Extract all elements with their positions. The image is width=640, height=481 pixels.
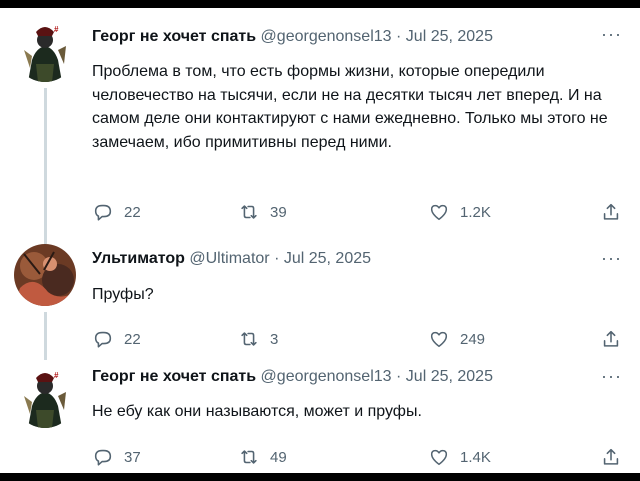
share-button[interactable]: [600, 328, 622, 350]
svg-text:#: #: [54, 371, 59, 380]
retweet-count: 49: [270, 448, 287, 466]
svg-text:#: #: [54, 25, 59, 34]
tweet-header: Георг не хочет спать @georgenonsel13 · J…: [92, 28, 493, 46]
heart-icon: [430, 204, 448, 221]
more-options-icon[interactable]: ···: [601, 248, 622, 269]
avatar-georg[interactable]: #: [14, 20, 76, 82]
tweet-text: Проблема в том, что есть формы жизни, ко…: [92, 63, 608, 151]
reply-icon: [94, 449, 112, 466]
heart-icon: [430, 331, 448, 348]
share-icon: [603, 330, 619, 347]
like-button[interactable]: 1.2K: [428, 201, 491, 223]
reply-icon: [94, 204, 112, 221]
share-icon: [603, 203, 619, 220]
avatar-ultimator[interactable]: [14, 244, 76, 306]
avatar-georg[interactable]: #: [14, 366, 76, 428]
reply-count: 22: [124, 330, 141, 348]
author-handle[interactable]: @georgenonsel13: [261, 28, 392, 45]
thread-view: # Георг не хочет спать @georgenonsel13 ·…: [0, 8, 640, 473]
tweet-text: Не ебу как они называются, может и пруфы…: [92, 403, 422, 420]
retweet-button[interactable]: 49: [238, 446, 287, 468]
like-button[interactable]: 249: [428, 328, 485, 350]
heart-icon: [430, 449, 448, 466]
tweet-date[interactable]: Jul 25, 2025: [284, 250, 371, 267]
share-button[interactable]: [600, 201, 622, 223]
like-count: 249: [460, 330, 486, 348]
author-name[interactable]: Ультиматор: [92, 250, 185, 267]
tweet-actions: 22 3 249: [92, 328, 632, 352]
share-button[interactable]: [600, 446, 622, 468]
tweet-header: Ультиматор @Ultimator · Jul 25, 2025: [92, 250, 371, 268]
tweet[interactable]: # Георг не хочет спать @georgenonsel13 ·…: [0, 358, 640, 473]
reply-count: 37: [124, 448, 141, 466]
share-icon: [603, 448, 619, 465]
retweet-icon: [241, 332, 257, 346]
reply-icon: [94, 331, 112, 348]
separator-dot: ·: [274, 250, 280, 267]
tweet-text: Пруфы?: [92, 286, 154, 303]
retweet-icon: [241, 205, 257, 219]
like-count: 1.2K: [460, 203, 491, 221]
retweet-button[interactable]: 3: [238, 328, 278, 350]
reply-count: 22: [124, 203, 141, 221]
tweet-header: Георг не хочет спать @georgenonsel13 · J…: [92, 368, 493, 386]
more-options-icon[interactable]: ···: [601, 24, 622, 45]
tweet-actions: 37 49 1.4K: [92, 446, 632, 470]
thread-line: [44, 88, 47, 243]
tweet-actions: 22 39 1.2K: [92, 201, 632, 225]
more-options-icon[interactable]: ···: [601, 366, 622, 387]
author-name[interactable]: Георг не хочет спать: [92, 28, 256, 45]
separator-dot: ·: [396, 368, 402, 385]
tweet-date[interactable]: Jul 25, 2025: [406, 28, 493, 45]
retweet-button[interactable]: 39: [238, 201, 287, 223]
tweet[interactable]: Ультиматор @Ultimator · Jul 25, 2025 ···…: [0, 240, 640, 360]
reply-button[interactable]: 22: [92, 328, 141, 350]
retweet-count: 39: [270, 203, 287, 221]
tweet[interactable]: # Георг не хочет спать @georgenonsel13 ·…: [0, 8, 640, 243]
separator-dot: ·: [396, 28, 402, 45]
retweet-count: 3: [270, 330, 279, 348]
thread-line: [44, 312, 47, 360]
like-count: 1.4K: [460, 448, 491, 466]
author-name[interactable]: Георг не хочет спать: [92, 368, 256, 385]
like-button[interactable]: 1.4K: [428, 446, 491, 468]
author-handle[interactable]: @georgenonsel13: [261, 368, 392, 385]
reply-button[interactable]: 22: [92, 201, 141, 223]
tweet-date[interactable]: Jul 25, 2025: [406, 368, 493, 385]
reply-button[interactable]: 37: [92, 446, 141, 468]
author-handle[interactable]: @Ultimator: [189, 250, 269, 267]
retweet-icon: [241, 450, 257, 464]
